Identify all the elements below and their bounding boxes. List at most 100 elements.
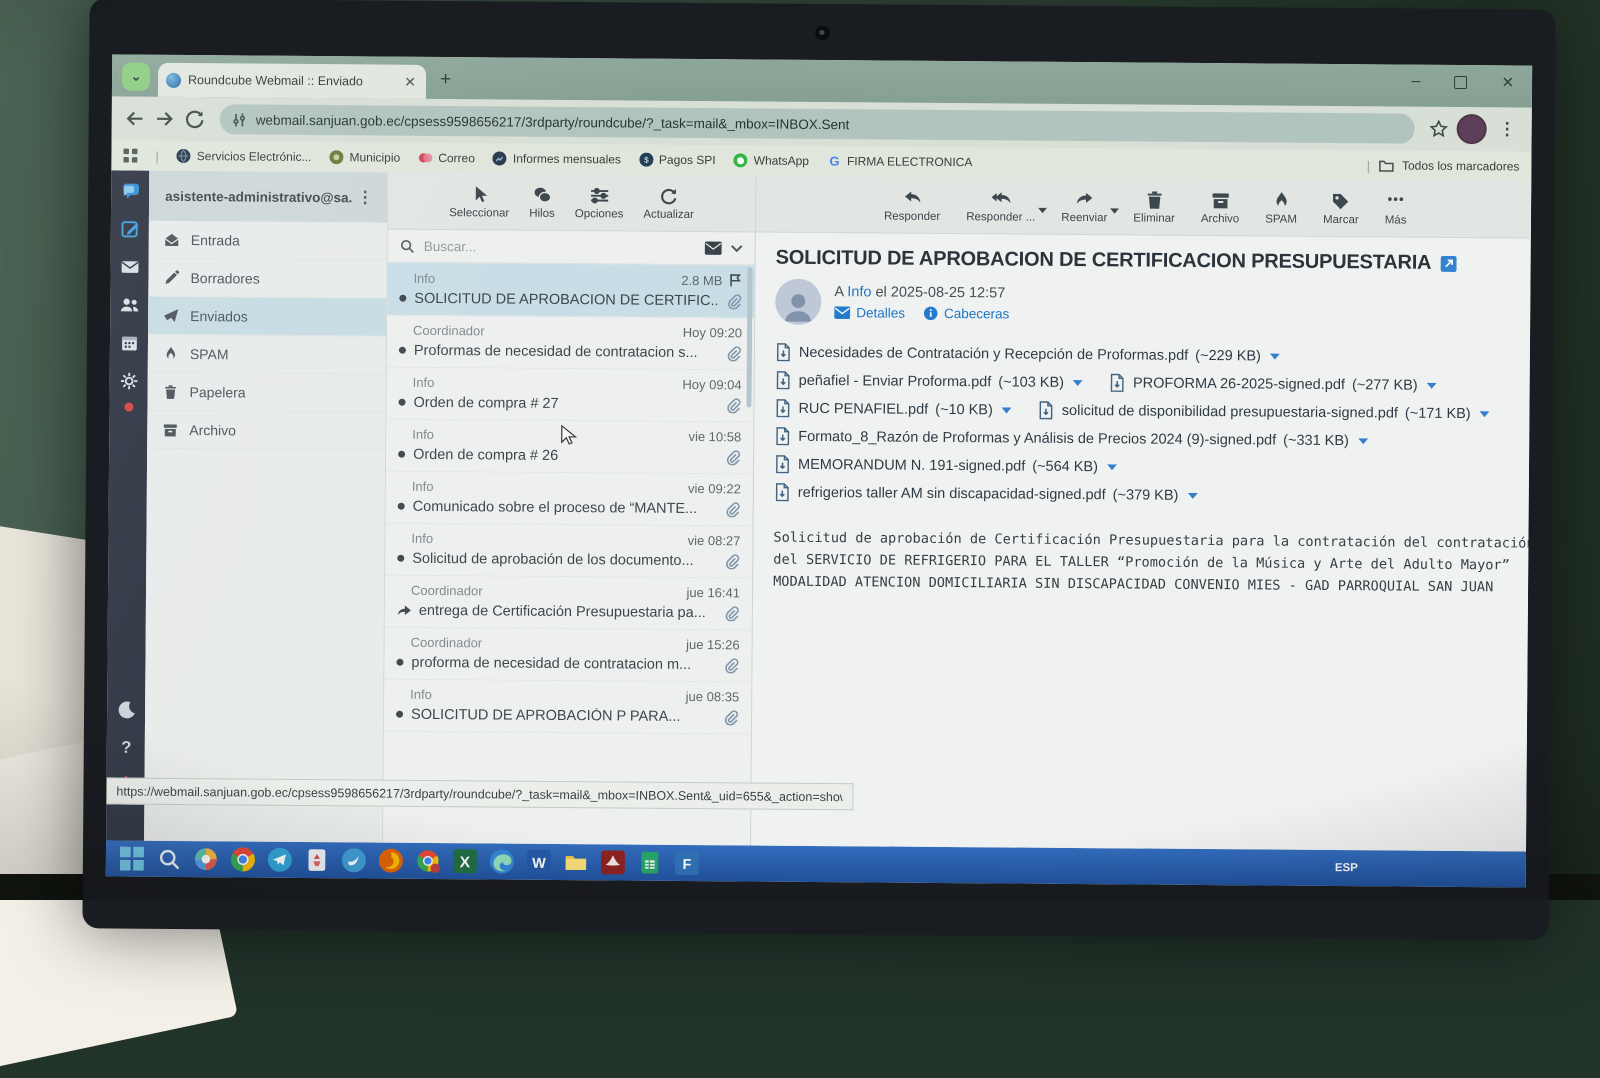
attachment-name[interactable]: MEMORANDUM N. 191-signed.pdf	[798, 456, 1025, 474]
tab-close-icon[interactable]: ✕	[402, 73, 418, 90]
attachment-name[interactable]: refrigerios taller AM sin discapacidad-s…	[798, 484, 1106, 502]
all-bookmarks-label[interactable]: Todos los marcadores	[1402, 159, 1519, 174]
teamsf-icon[interactable]: F	[675, 851, 699, 875]
attachment-name[interactable]: RUC PENAFIEL.pdf	[798, 400, 928, 417]
message-toolbar-button[interactable]: Reenviar	[1061, 188, 1107, 223]
win-icon[interactable]	[120, 847, 144, 871]
apps-grid-icon[interactable]	[123, 149, 137, 163]
reload-icon[interactable]	[184, 108, 206, 130]
attachment-name[interactable]: Formato_8_Razón de Proformas y Análisis …	[798, 428, 1276, 448]
message-list-item[interactable]: Coordinador jue 16:41 entrega de Certifi…	[385, 576, 752, 631]
caret-down-icon[interactable]	[1110, 201, 1119, 207]
window-maximize-icon[interactable]	[1454, 75, 1467, 88]
attachment-name[interactable]: Necesidades de Contratación y Recepción …	[799, 344, 1188, 363]
list-toolbar-button[interactable]: Hilos	[529, 184, 555, 219]
recipient-link[interactable]: Info	[847, 284, 871, 300]
account-menu-icon[interactable]: ⋮	[353, 187, 377, 207]
folderwin-icon[interactable]	[564, 850, 588, 874]
message-toolbar-button[interactable]: Archivo	[1201, 189, 1240, 224]
bookmark-item[interactable]: Municipio	[329, 150, 400, 165]
message-toolbar-button[interactable]: Responder	[884, 187, 941, 222]
acrobat-icon[interactable]	[601, 850, 625, 874]
telegram-icon[interactable]	[268, 848, 292, 872]
firefox-icon[interactable]	[379, 849, 403, 873]
message-toolbar-button[interactable]: Más	[1385, 191, 1407, 226]
browser-profile-avatar[interactable]	[1457, 114, 1487, 144]
folder-item[interactable]: Entrada	[149, 221, 387, 261]
logo-icon[interactable]	[120, 180, 141, 201]
attachment-item[interactable]: peñafiel - Enviar Proforma.pdf (~103 KB)	[775, 371, 1083, 392]
browser-tab[interactable]: Roundcube Webmail :: Enviado ✕	[158, 63, 426, 99]
bookmark-star-icon[interactable]	[1429, 119, 1449, 139]
language-indicator[interactable]: ESP	[1335, 862, 1358, 874]
mark-envelope-icon[interactable]	[705, 241, 722, 255]
message-toolbar-button[interactable]: Responder ...	[966, 188, 1035, 224]
help-icon[interactable]: ?	[115, 736, 136, 757]
recycledoc-icon[interactable]	[305, 848, 329, 872]
account-header[interactable]: asistente-administrativo@sa... ⋮	[149, 171, 387, 223]
search-input[interactable]: Buscar...	[424, 238, 696, 255]
folder-item[interactable]: Archivo	[147, 411, 385, 451]
message-list-item[interactable]: Info vie 09:22 Comunicado sobre el proce…	[386, 472, 753, 527]
bookmark-item[interactable]: Correo	[418, 151, 475, 165]
attachment-menu-caret-icon[interactable]	[1073, 379, 1083, 385]
address-url[interactable]: webmail.sanjuan.gob.ec/cpsess9598656217/…	[256, 112, 850, 132]
bookmark-item[interactable]: G FIRMA ELECTRONICA	[827, 154, 972, 169]
headers-toggle[interactable]: Cabeceras	[923, 306, 1009, 322]
folder-item[interactable]: Borradores	[148, 259, 386, 299]
browser-menu-icon[interactable]: ⋮	[1495, 119, 1520, 139]
message-toolbar-button[interactable]: SPAM	[1265, 190, 1297, 225]
attachment-menu-caret-icon[interactable]	[1002, 407, 1012, 413]
tab-search-button[interactable]: ⌄	[122, 63, 150, 91]
edge-icon[interactable]	[490, 849, 514, 873]
message-list-item[interactable]: Info Hoy 09:04 Orden de compra # 27	[386, 368, 753, 423]
caret-down-icon[interactable]	[1038, 200, 1047, 206]
attachment-menu-caret-icon[interactable]	[1187, 492, 1197, 498]
mail-icon[interactable]	[119, 256, 140, 277]
attachment-item[interactable]: MEMORANDUM N. 191-signed.pdf (~564 KB)	[774, 455, 1117, 477]
bookmark-item[interactable]: WhatsApp	[734, 153, 809, 168]
message-list-item[interactable]: Info jue 08:35 SOLICITUD DE APROBACIÓN P…	[384, 680, 751, 735]
open-in-new-window-icon[interactable]	[1440, 255, 1456, 271]
search-bar[interactable]: Buscar...	[388, 230, 755, 266]
excel-icon[interactable]: X	[453, 849, 477, 873]
flag-icon[interactable]	[728, 272, 742, 288]
tsearch-icon[interactable]	[157, 847, 181, 871]
attachment-menu-caret-icon[interactable]	[1358, 438, 1368, 444]
contacts-icon[interactable]	[119, 294, 140, 315]
message-toolbar-button[interactable]: Eliminar	[1133, 189, 1175, 224]
window-close-icon[interactable]: ✕	[1501, 73, 1514, 91]
attachment-menu-caret-icon[interactable]	[1270, 353, 1280, 359]
forward-icon[interactable]	[154, 108, 176, 130]
folder-item[interactable]: SPAM	[148, 335, 386, 375]
attachment-item[interactable]: solicitud de disponibilidad presupuestar…	[1038, 401, 1490, 424]
attachment-menu-caret-icon[interactable]	[1427, 382, 1437, 388]
compose-icon[interactable]	[119, 218, 140, 239]
window-minimize-icon[interactable]: –	[1412, 73, 1421, 91]
bookmark-item[interactable]: Servicios Electrónic...	[177, 149, 312, 164]
attachment-item[interactable]: Formato_8_Razón de Proformas y Análisis …	[774, 427, 1368, 451]
attachment-name[interactable]: peñafiel - Enviar Proforma.pdf	[799, 372, 992, 390]
sheets-icon[interactable]	[638, 851, 662, 875]
attachment-name[interactable]: solicitud de disponibilidad presupuestar…	[1062, 402, 1398, 421]
attachment-name[interactable]: PROFORMA 26-2025-signed.pdf	[1133, 375, 1345, 393]
folder-item[interactable]: Enviados	[148, 297, 386, 337]
attachment-item[interactable]: refrigerios taller AM sin discapacidad-s…	[774, 483, 1198, 505]
moon-icon[interactable]	[116, 699, 137, 720]
site-settings-icon[interactable]	[232, 112, 247, 127]
bookmark-item[interactable]: Informes mensuales	[493, 151, 621, 166]
word-icon[interactable]: W	[527, 850, 551, 874]
attachment-menu-caret-icon[interactable]	[1107, 464, 1117, 470]
message-list-item[interactable]: Coordinador Hoy 09:20 Proformas de neces…	[387, 316, 754, 371]
chromework-icon[interactable]	[416, 849, 440, 873]
message-list-item[interactable]: Info vie 08:27 Solicitud de aprobación d…	[385, 524, 752, 579]
folder-item[interactable]: Papelera	[147, 373, 385, 413]
list-toolbar-button[interactable]: Actualizar	[643, 185, 694, 220]
list-toolbar-button[interactable]: Seleccionar	[449, 184, 509, 219]
attachment-item[interactable]: PROFORMA 26-2025-signed.pdf (~277 KB)	[1109, 373, 1437, 395]
new-tab-button[interactable]: +	[440, 69, 451, 91]
copilot-icon[interactable]	[194, 847, 218, 871]
chevron-down-icon[interactable]	[731, 244, 743, 252]
chrome-icon[interactable]	[231, 847, 255, 871]
details-toggle[interactable]: Detalles	[834, 305, 905, 321]
